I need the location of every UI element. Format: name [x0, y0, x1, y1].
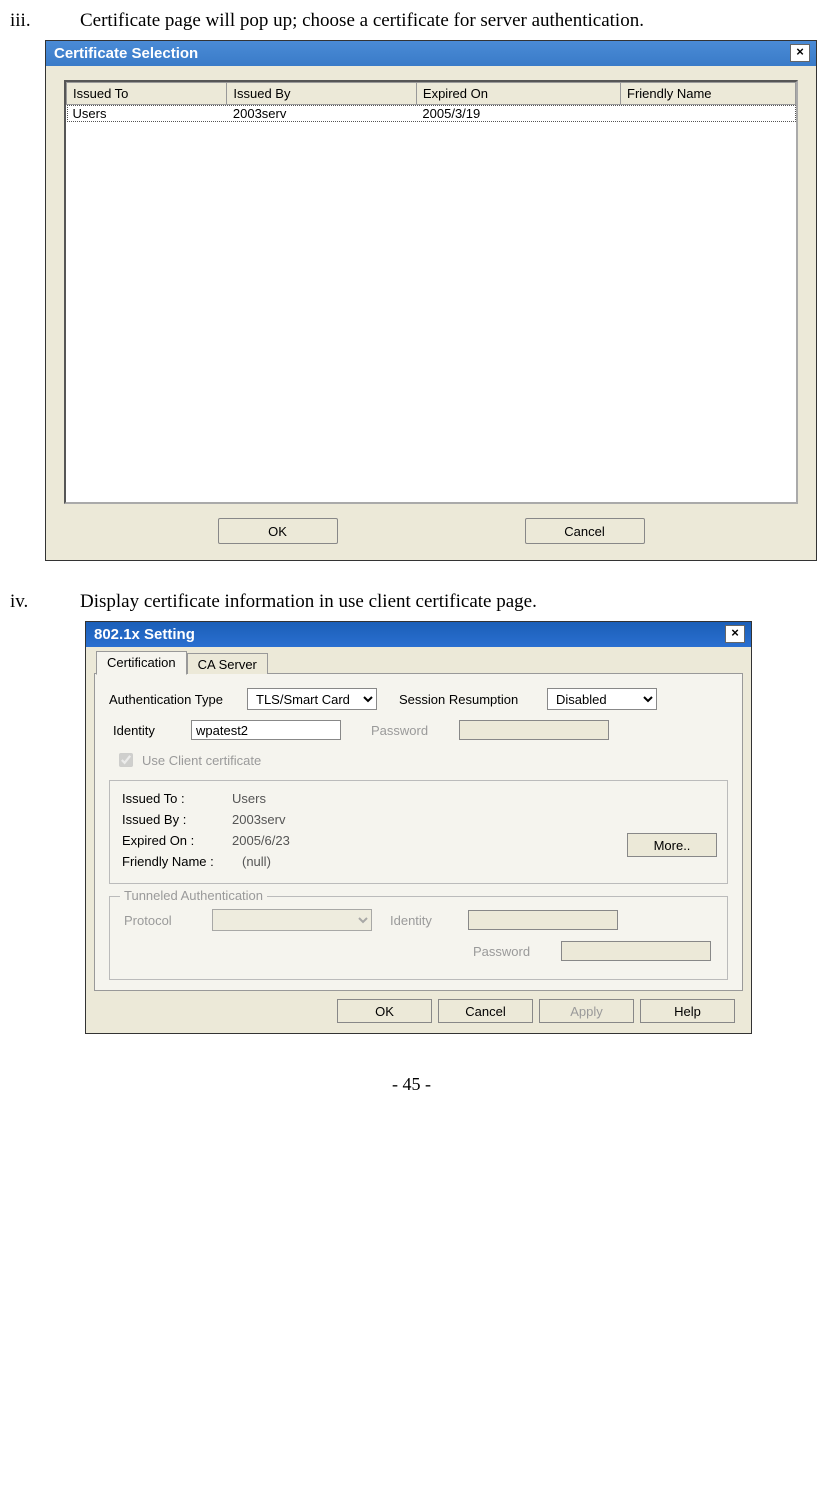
tab-strip: Certification CA Server	[94, 651, 743, 674]
step-4-text: Display certificate information in use c…	[80, 591, 813, 613]
friendly-name-value: (null)	[242, 854, 271, 869]
help-button[interactable]: Help	[640, 999, 735, 1023]
close-icon[interactable]: ×	[790, 44, 810, 62]
cancel-button[interactable]: Cancel	[438, 999, 533, 1023]
col-friendly-name[interactable]: Friendly Name	[621, 83, 796, 105]
password-input	[459, 720, 609, 740]
auth-type-select[interactable]: TLS/Smart Card	[247, 688, 377, 710]
identity-label: Identity	[113, 723, 183, 738]
tunnel-identity-input	[468, 910, 618, 930]
col-issued-by[interactable]: Issued By	[227, 83, 417, 105]
auth-type-label: Authentication Type	[109, 692, 239, 707]
dialog2-titlebar: 802.1x Setting ×	[86, 622, 751, 647]
tunneled-auth-group: Tunneled Authentication Protocol Identit…	[109, 896, 728, 980]
certificate-selection-dialog: Certificate Selection × Issued To Issued…	[45, 40, 817, 561]
more-button[interactable]: More..	[627, 833, 717, 857]
8021x-setting-dialog: 802.1x Setting × Certification CA Server…	[85, 621, 752, 1034]
cell-issued-by: 2003serv	[227, 105, 417, 123]
issued-by-value: 2003serv	[232, 812, 285, 827]
tab-certification[interactable]: Certification	[96, 651, 187, 675]
protocol-select	[212, 909, 372, 931]
tunnel-password-input	[561, 941, 711, 961]
use-client-cert-checkbox	[119, 753, 133, 767]
dialog1-titlebar: Certificate Selection ×	[46, 41, 816, 66]
session-resumption-select[interactable]: Disabled	[547, 688, 657, 710]
cancel-button[interactable]: Cancel	[525, 518, 645, 544]
issued-by-label: Issued By :	[122, 812, 232, 827]
col-expired-on[interactable]: Expired On	[416, 83, 620, 105]
identity-input[interactable]	[191, 720, 341, 740]
ok-button[interactable]: OK	[218, 518, 338, 544]
cell-friendly	[621, 105, 796, 123]
issued-to-value: Users	[232, 791, 266, 806]
dialog2-title: 802.1x Setting	[94, 626, 195, 643]
table-header-row[interactable]: Issued To Issued By Expired On Friendly …	[67, 83, 796, 105]
cell-expired-on: 2005/3/19	[416, 105, 620, 123]
expired-on-value: 2005/6/23	[232, 833, 290, 848]
expired-on-label: Expired On :	[122, 833, 232, 848]
tunnel-password-label: Password	[473, 944, 553, 959]
issued-to-label: Issued To :	[122, 791, 232, 806]
use-client-cert-label: Use Client certificate	[142, 753, 261, 768]
dialog1-title: Certificate Selection	[54, 45, 198, 62]
tab-panel-certification: Authentication Type TLS/Smart Card Sessi…	[94, 673, 743, 991]
cell-issued-to: Users	[67, 105, 227, 123]
close-icon[interactable]: ×	[725, 625, 745, 643]
session-resumption-label: Session Resumption	[399, 692, 539, 707]
password-label: Password	[371, 723, 451, 738]
step-3-number: iii.	[10, 10, 80, 32]
tunnel-identity-label: Identity	[390, 913, 460, 928]
step-3: iii. Certificate page will pop up; choos…	[10, 10, 813, 32]
step-4: iv. Display certificate information in u…	[10, 591, 813, 613]
cert-info-group: Issued To : Users Issued By : 2003serv E…	[109, 780, 728, 884]
protocol-label: Protocol	[124, 913, 204, 928]
apply-button: Apply	[539, 999, 634, 1023]
ok-button[interactable]: OK	[337, 999, 432, 1023]
friendly-name-label: Friendly Name :	[122, 854, 242, 869]
step-4-number: iv.	[10, 591, 80, 613]
tab-ca-server[interactable]: CA Server	[187, 653, 268, 674]
table-row[interactable]: Users 2003serv 2005/3/19	[67, 105, 796, 123]
certificate-table[interactable]: Issued To Issued By Expired On Friendly …	[64, 80, 798, 504]
col-issued-to[interactable]: Issued To	[67, 83, 227, 105]
step-3-text: Certificate page will pop up; choose a c…	[80, 10, 813, 32]
page-number: - 45 -	[10, 1074, 813, 1095]
tunneled-auth-legend: Tunneled Authentication	[120, 888, 267, 903]
